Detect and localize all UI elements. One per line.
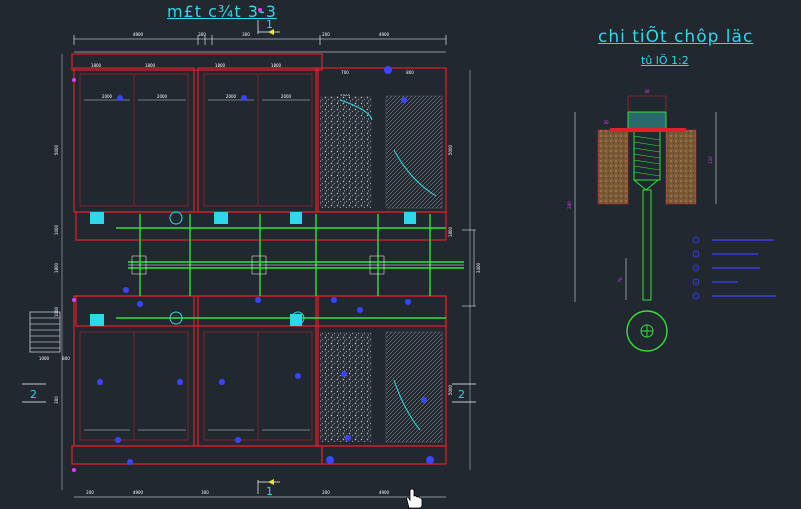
dim-left-1: 300 (54, 396, 59, 404)
dim-row2-6: 800 (406, 70, 414, 75)
detail-scale: tû lÖ 1:2 (641, 54, 689, 67)
dim-right-3: 5000 (448, 384, 453, 395)
dim-row2-4: 1800 (271, 63, 282, 68)
dim-left-4: 1000 (54, 306, 59, 317)
legend-item-4: 4 (695, 281, 698, 285)
dim-inner-3: 2000 (226, 94, 237, 99)
legend: 1 2 3 4 5 (692, 236, 776, 300)
dim-bottom-3: 300 (201, 490, 209, 495)
dim-bottom-5: 4900 (379, 490, 390, 495)
dim-left-3: 1000 (54, 224, 59, 235)
detail-dim-top: 40 (644, 89, 650, 94)
dim-left-5: 1800 (54, 262, 59, 273)
filter-media-top-left (320, 96, 372, 208)
detail-dim-overall: 280 (567, 201, 572, 209)
filter-media-bottom-left (320, 332, 372, 442)
dim-inner-2: 2000 (157, 94, 168, 99)
dim-inner-1: 2000 (102, 94, 113, 99)
dim-row2-2: 1800 (145, 63, 156, 68)
legend-item-1: 1 (695, 239, 697, 243)
markers (97, 66, 434, 465)
dim-left-2: 5000 (54, 144, 59, 155)
detail-nozzle: 40 30 110 280 70 (567, 89, 717, 352)
detail-dim-side: 30 (603, 120, 609, 125)
dim-row2-1: 1800 (91, 63, 102, 68)
section-mark-right: 2 (458, 388, 465, 401)
legend-item-5: 5 (695, 295, 697, 299)
dim-top-3: 300 (242, 32, 250, 37)
section-mark-bottom: 1 (266, 485, 273, 498)
detail-dim-stem: 70 (618, 277, 623, 283)
detail-title: chi tiÕt chôp läc (598, 27, 754, 47)
dim-top-1: 4900 (133, 32, 144, 37)
dim-bottom-4: 200 (322, 490, 330, 495)
detail-dim-right: 110 (708, 156, 713, 164)
dim-bottom-1: 200 (86, 490, 94, 495)
dim-inner-4: 2000 (281, 94, 292, 99)
floor-plan: 4900 300 300 200 4900 2000 2000 2000 200… (22, 8, 481, 498)
cad-drawing-canvas[interactable]: 4900 300 300 200 4900 2000 2000 2000 200… (0, 0, 801, 509)
dim-right-1: 5000 (448, 144, 453, 155)
section-mark-left: 2 (30, 388, 37, 401)
filter-media-top-right (385, 95, 443, 209)
legend-item-3: 3 (695, 267, 697, 271)
legend-item-2: 2 (695, 253, 697, 257)
dim-bottom-2: 4900 (133, 490, 144, 495)
valves (90, 211, 416, 326)
dim-right-2: 1800 (448, 226, 453, 237)
pipes (116, 214, 464, 319)
hand-cursor-icon (406, 488, 423, 509)
dim-row2-5: 700 (341, 70, 349, 75)
dim-top-2: 300 (198, 32, 206, 37)
dim-stair-2: 800 (62, 356, 70, 361)
main-section-title: m£t c¾t 3-3 (167, 2, 277, 21)
dim-top-5: 4900 (379, 32, 390, 37)
filter-media-bottom-right (385, 331, 443, 443)
dim-stair-1: 1000 (39, 356, 50, 361)
dim-row2-3: 1800 (215, 63, 226, 68)
dim-top-4: 200 (322, 32, 330, 37)
dim-right-4: 3400 (476, 262, 481, 273)
